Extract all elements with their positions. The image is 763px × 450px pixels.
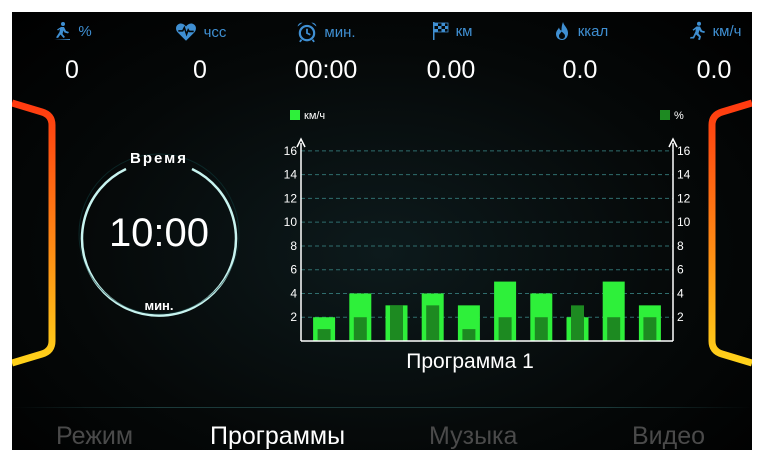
legend-swatch-speed xyxy=(290,110,300,120)
timer-unit: мин. xyxy=(144,298,174,313)
legend-swatch-incline xyxy=(660,110,670,120)
stat-incline: % 0 xyxy=(12,12,132,92)
tab-mode[interactable]: Режим xyxy=(56,422,133,450)
stat-calories: ккал 0.0 xyxy=(520,12,640,92)
bar-incline xyxy=(498,317,512,341)
y-right-tick-label: 12 xyxy=(677,191,691,205)
floor-divider xyxy=(12,407,752,408)
alarm-clock-icon xyxy=(298,22,317,43)
tab-music[interactable]: Музыка xyxy=(429,422,517,450)
y-right-tick-label: 2 xyxy=(677,310,684,324)
stat-calories-value: 0.0 xyxy=(562,56,598,84)
y-right-tick-label: 4 xyxy=(677,286,684,300)
stat-distance: км 0.00 xyxy=(391,12,511,92)
bar-incline xyxy=(353,317,367,341)
stat-time-value: 00:00 xyxy=(294,56,358,84)
incline-runner-icon xyxy=(54,22,71,40)
bar-incline xyxy=(426,305,440,341)
legend-label-incline: % xyxy=(674,110,684,122)
finish-flag-icon xyxy=(432,22,448,40)
stat-speed-value: 0.0 xyxy=(696,56,732,84)
y-right-tick-label: 14 xyxy=(677,168,691,182)
bar-incline xyxy=(643,317,657,341)
stat-incline-value: 0 xyxy=(65,56,79,84)
bar-incline xyxy=(607,317,621,341)
y-left-tick-label: 14 xyxy=(284,168,298,182)
treadmill-screen: % 0 чсс 0 мин. 00:00 км 0.00 ккал 0.0 км… xyxy=(12,12,752,450)
y-right-tick-label: 10 xyxy=(677,215,691,229)
y-right-tick-label: 8 xyxy=(677,239,684,253)
heart-rate-icon xyxy=(175,23,196,41)
timer-widget[interactable]: Время 10:00 мин. xyxy=(74,149,244,319)
y-right-tick-label: 16 xyxy=(677,144,691,158)
bar-incline xyxy=(317,329,331,341)
y-left-tick-label: 10 xyxy=(284,215,298,229)
chart-bars xyxy=(313,281,661,341)
speed-runner-icon xyxy=(689,21,705,40)
right-side-arc xyxy=(708,99,752,367)
legend-label-speed: км/ч xyxy=(304,110,325,122)
y-left-tick-label: 4 xyxy=(290,286,297,300)
flame-icon xyxy=(555,22,568,40)
chart-ticks: 2 2 4 4 6 6 8 8 10 10 12 12 14 14 16 16 xyxy=(284,144,691,324)
stat-distance-value: 0.00 xyxy=(426,56,476,84)
y-left-tick-label: 16 xyxy=(284,144,298,158)
stat-distance-unit: км xyxy=(455,22,473,40)
y-right-tick-label: 6 xyxy=(677,263,684,277)
bar-incline xyxy=(390,305,403,341)
bar-incline xyxy=(534,317,548,341)
bottom-tabs: Режим Программы Музыка Видео xyxy=(12,422,752,450)
stat-speed-unit: км/ч xyxy=(712,22,742,40)
stat-heart-rate-unit: чсс xyxy=(203,23,227,41)
y-left-tick-label: 2 xyxy=(290,310,297,324)
y-left-tick-label: 6 xyxy=(290,263,297,277)
stat-speed: км/ч 0.0 xyxy=(654,12,752,92)
bar-incline xyxy=(462,329,476,341)
stat-incline-unit: % xyxy=(78,22,92,40)
left-side-arc xyxy=(12,99,56,367)
timer-value: 10:00 xyxy=(108,211,210,255)
stat-time-unit: мин. xyxy=(324,23,356,41)
chart-legend: км/ч % xyxy=(290,110,684,122)
y-left-tick-label: 12 xyxy=(284,191,298,205)
timer-title: Время xyxy=(130,150,188,167)
tab-video[interactable]: Видео xyxy=(632,422,705,450)
stat-heart-rate-value: 0 xyxy=(193,56,207,84)
stat-heart-rate: чсс 0 xyxy=(140,12,260,92)
bar-incline xyxy=(571,305,584,341)
y-left-tick-label: 8 xyxy=(290,239,297,253)
stat-calories-unit: ккал xyxy=(577,22,609,40)
tab-programs[interactable]: Программы xyxy=(210,422,345,450)
chart-title: Программа 1 xyxy=(406,350,534,373)
stat-time: мин. 00:00 xyxy=(266,12,386,92)
